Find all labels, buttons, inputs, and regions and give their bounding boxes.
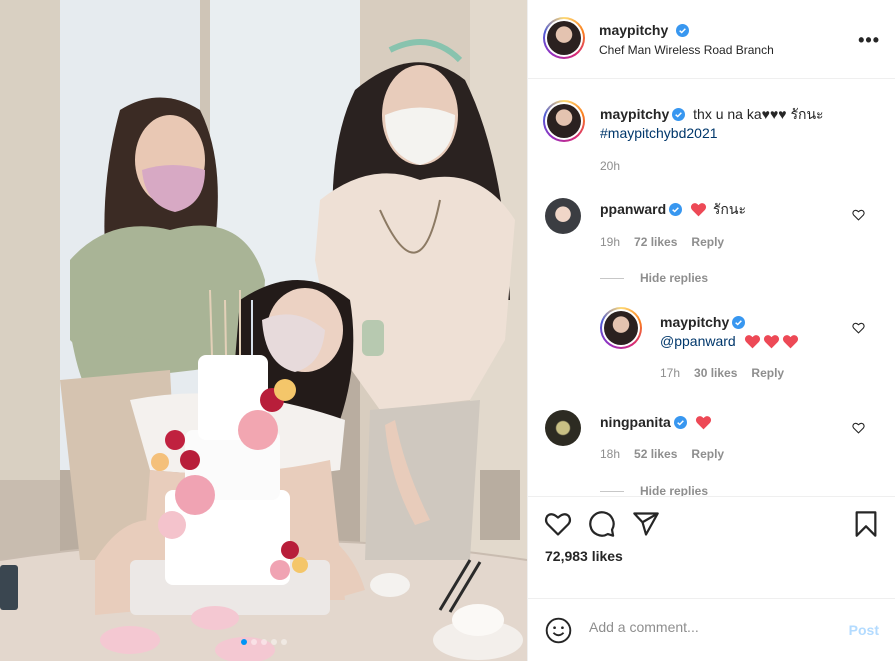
- hide-replies-button[interactable]: Hide replies: [600, 484, 708, 496]
- verified-badge-icon: [732, 316, 746, 329]
- comment-item: ningpanita: [600, 413, 714, 432]
- comment-text: รักนะ: [712, 201, 746, 217]
- author-username[interactable]: maypitchy: [599, 22, 668, 38]
- post-photo[interactable]: [0, 0, 527, 661]
- reply-avatar[interactable]: [600, 307, 642, 349]
- red-heart-emoji-icon: [695, 416, 711, 430]
- heart-icon[interactable]: [544, 510, 572, 538]
- verified-badge-icon: [672, 108, 686, 121]
- reply-meta: 17h 30 likes Reply: [660, 366, 798, 380]
- comment-meta: 19h 72 likes Reply: [600, 235, 738, 249]
- likes-count[interactable]: 72,983 likes: [545, 548, 623, 564]
- reply-mention[interactable]: @ppanward: [660, 333, 736, 349]
- verified-badge-icon: [669, 203, 683, 216]
- caption-username[interactable]: maypitchy: [600, 106, 669, 122]
- red-heart-emoji-icon: [744, 335, 760, 349]
- comment-item: ppanward รักนะ: [600, 200, 746, 219]
- caption: maypitchy thx u na ka♥♥♥ รักนะ #maypitch…: [600, 105, 870, 143]
- comment-likes[interactable]: 72 likes: [634, 235, 677, 249]
- verified-badge-icon: [675, 24, 689, 37]
- comment-meta: 18h 52 likes Reply: [600, 447, 738, 461]
- comment-like-heart-icon[interactable]: [852, 322, 865, 334]
- emoji-icon[interactable]: [545, 617, 572, 644]
- post-actions: 72,983 likes: [528, 496, 895, 598]
- reply-time: 17h: [660, 366, 681, 380]
- paper-plane-icon[interactable]: [632, 510, 660, 538]
- carousel-dot: [250, 639, 257, 645]
- comment-icon[interactable]: [588, 510, 616, 538]
- more-options-icon[interactable]: •••: [858, 30, 880, 51]
- comment-time: 18h: [600, 447, 621, 461]
- comment-time: 19h: [600, 235, 621, 249]
- comment-like-heart-icon[interactable]: [852, 422, 865, 434]
- caption-hashtag[interactable]: #maypitchybd2021: [600, 125, 718, 141]
- reply-button[interactable]: Reply: [751, 366, 784, 380]
- comments-list[interactable]: maypitchy thx u na ka♥♥♥ รักนะ #maypitch…: [528, 80, 895, 496]
- comment-username[interactable]: ppanward: [600, 201, 666, 217]
- carousel-dot: [260, 639, 267, 645]
- caption-timestamp: 20h: [600, 159, 621, 173]
- hide-replies-button[interactable]: Hide replies: [600, 271, 708, 285]
- reply-item: maypitchy @ppanward: [660, 313, 801, 351]
- comment-likes[interactable]: 52 likes: [634, 447, 677, 461]
- verified-badge-icon: [673, 416, 687, 429]
- red-heart-emoji-icon: [782, 335, 798, 349]
- commenter-avatar[interactable]: [545, 198, 581, 234]
- post-image: [0, 0, 527, 661]
- carousel-indicator: [0, 639, 527, 645]
- post-comment-button[interactable]: Post: [849, 622, 879, 638]
- red-heart-emoji-icon: [763, 335, 779, 349]
- reply-username[interactable]: maypitchy: [660, 314, 729, 330]
- post-side-panel: maypitchy Chef Man Wireless Road Branch …: [527, 0, 895, 661]
- comment-username[interactable]: ningpanita: [600, 414, 671, 430]
- reply-button[interactable]: Reply: [691, 235, 724, 249]
- caption-text: thx u na ka♥♥♥ รักนะ: [693, 106, 824, 122]
- bookmark-icon[interactable]: [852, 510, 880, 538]
- comment-input[interactable]: [589, 619, 829, 635]
- caption-time: 20h: [600, 159, 634, 173]
- caption-avatar[interactable]: [543, 100, 585, 142]
- post-header: maypitchy Chef Man Wireless Road Branch …: [528, 0, 895, 79]
- add-comment-bar: Post: [528, 598, 895, 661]
- reply-button[interactable]: Reply: [691, 447, 724, 461]
- carousel-dot: [280, 639, 287, 645]
- red-heart-emoji-icon: [690, 203, 707, 217]
- carousel-dot: [240, 639, 247, 645]
- reply-likes[interactable]: 30 likes: [694, 366, 737, 380]
- post-location[interactable]: Chef Man Wireless Road Branch: [599, 43, 774, 57]
- author-avatar[interactable]: [543, 17, 585, 59]
- carousel-dot: [270, 639, 277, 645]
- commenter-avatar[interactable]: [545, 410, 581, 446]
- comment-like-heart-icon[interactable]: [852, 209, 865, 221]
